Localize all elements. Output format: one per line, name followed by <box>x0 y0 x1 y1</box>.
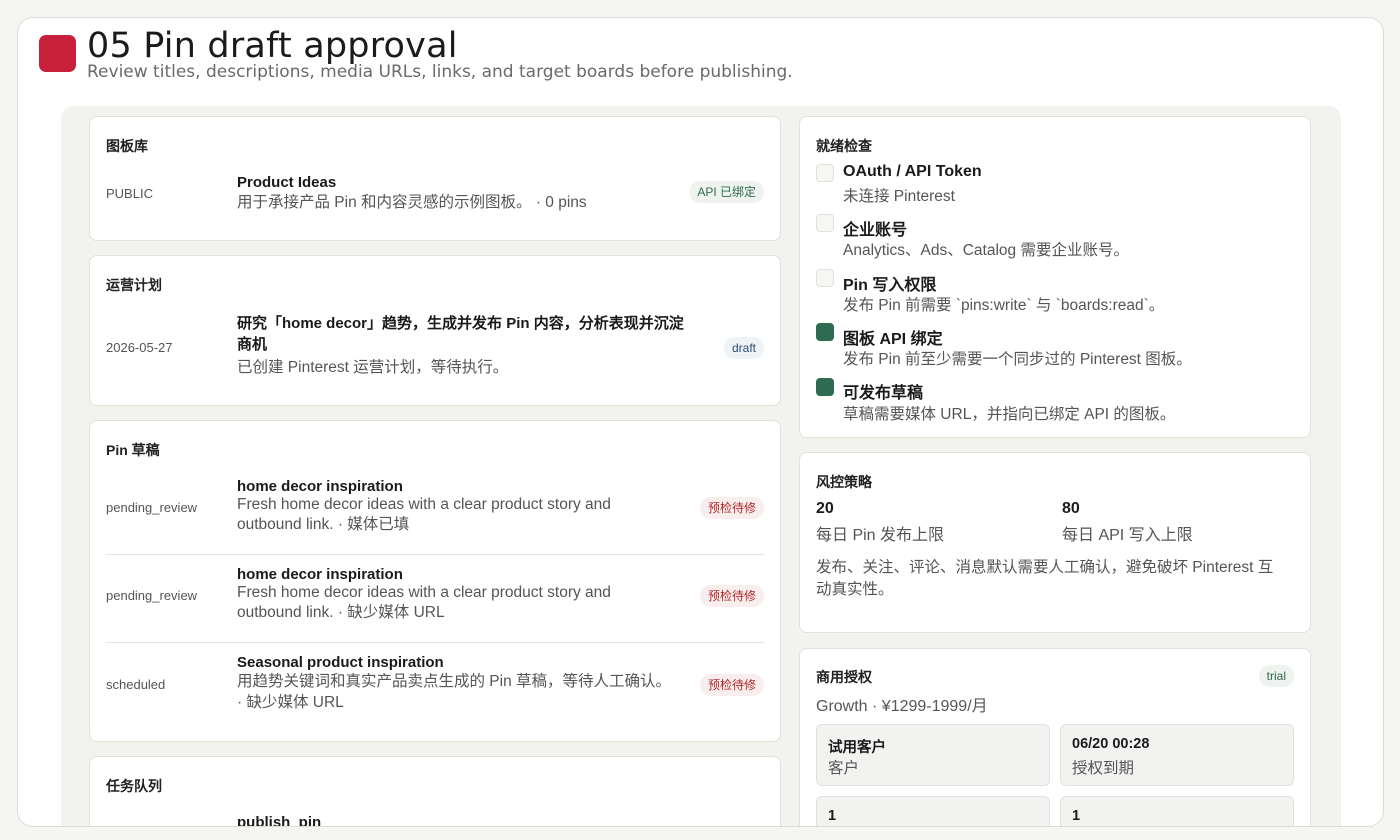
draft-row[interactable]: pending_review home decor inspiration Fr… <box>106 565 764 629</box>
boards-card: 图板库 PUBLIC Product Ideas 用于承接产品 Pin 和内容灵… <box>89 116 781 241</box>
page-subtitle: Review titles, descriptions, media URLs,… <box>87 62 793 82</box>
check-title-board-api: 图板 API 绑定 <box>843 331 943 348</box>
draft-precheck-badge: 预检待修 <box>699 585 764 607</box>
daily-pin-limit-value: 20 <box>816 500 834 517</box>
drafts-card: Pin 草稿 pending_review home decor inspira… <box>89 420 781 742</box>
draft-title: Seasonal product inspiration <box>237 654 444 671</box>
draft-desc-line1: 用趋势关键词和真实产品卖点生成的 Pin 草稿，等待人工确认。 <box>237 673 672 690</box>
plan-title-line2: 商机 <box>237 336 268 353</box>
license-plan: Growth · ¥1299-1999/月 <box>816 698 988 715</box>
row-divider <box>106 554 764 555</box>
plan-card-title: 运营计划 <box>106 277 162 293</box>
draft-desc-line2: · 缺少媒体 URL <box>237 694 344 711</box>
check-desc-business: Analytics、Ads、Catalog 需要企业账号。 <box>843 242 1129 259</box>
main-content: 图板库 PUBLIC Product Ideas 用于承接产品 Pin 和内容灵… <box>61 106 1341 827</box>
draft-desc-line1: Fresh home decor ideas with a clear prod… <box>237 584 611 601</box>
draft-status: scheduled <box>106 677 166 692</box>
plan-title-line1: 研究「home decor」趋势，生成并发布 Pin 内容，分析表现并沉淀 <box>237 315 684 332</box>
daily-api-limit-label: 每日 API 写入上限 <box>1062 527 1193 544</box>
check-desc-pin-write: 发布 Pin 前需要 `pins:write` 与 `boards:read`。 <box>843 297 1165 314</box>
plan-desc: 已创建 Pinterest 运营计划，等待执行。 <box>237 359 509 376</box>
pin-write-checkbox[interactable] <box>816 269 834 287</box>
board-visibility: PUBLIC <box>106 186 153 201</box>
check-desc-oauth: 未连接 Pinterest <box>843 188 955 205</box>
plan-row[interactable]: 2026-05-27 研究「home decor」趋势，生成并发布 Pin 内容… <box>106 314 764 384</box>
queue-card-title: 任务队列 <box>106 778 162 794</box>
readiness-card: 就绪检查 OAuth / API Token 未连接 Pinterest 企业账… <box>799 116 1311 438</box>
license-count-tile: 1 <box>1060 796 1294 826</box>
page-title: 05 Pin draft approval <box>87 26 458 66</box>
draft-row[interactable]: scheduled Seasonal product inspiration 用… <box>106 653 764 717</box>
boards-card-title: 图板库 <box>106 138 148 154</box>
row-divider <box>106 642 764 643</box>
draft-precheck-badge: 预检待修 <box>699 497 764 519</box>
plan-date: 2026-05-27 <box>106 340 173 355</box>
daily-api-limit-value: 80 <box>1062 500 1080 517</box>
plan-status-badge: draft <box>723 337 764 359</box>
publishable-draft-checkbox[interactable] <box>816 378 834 396</box>
check-title-publishable: 可发布草稿 <box>843 385 924 402</box>
board-api-badge: API 已绑定 <box>689 181 764 203</box>
daily-pin-limit-label: 每日 Pin 发布上限 <box>816 527 945 544</box>
draft-row[interactable]: pending_review home decor inspiration Fr… <box>106 477 764 541</box>
draft-desc-line2: outbound link. · 媒体已填 <box>237 516 410 533</box>
check-title-oauth: OAuth / API Token <box>843 163 982 180</box>
draft-desc-line2: outbound link. · 缺少媒体 URL <box>237 604 445 621</box>
draft-title: home decor inspiration <box>237 566 403 583</box>
license-customer-tile: 试用客户 客户 <box>816 724 1050 786</box>
queue-task-title: publish_pin <box>237 814 322 827</box>
tile-value: 试用客户 <box>828 740 886 756</box>
check-title-pin-write: Pin 写入权限 <box>843 277 937 294</box>
tile-value: 06/20 00:28 <box>1072 736 1150 752</box>
queue-card: 任务队列 publish_pin <box>89 756 781 827</box>
business-account-checkbox[interactable] <box>816 214 834 232</box>
queue-row[interactable]: publish_pin <box>106 813 764 827</box>
check-title-business: 企业账号 <box>843 222 908 239</box>
tile-value: 1 <box>1072 808 1081 824</box>
license-trial-badge: trial <box>1258 665 1294 687</box>
draft-precheck-badge: 预检待修 <box>699 674 764 696</box>
draft-desc-line1: Fresh home decor ideas with a clear prod… <box>237 496 611 513</box>
board-desc: 用于承接产品 Pin 和内容灵感的示例图板。 · 0 pins <box>237 194 587 211</box>
license-expiry-tile: 06/20 00:28 授权到期 <box>1060 724 1294 786</box>
license-card: 商用授权 trial Growth · ¥1299-1999/月 试用客户 客户… <box>799 648 1311 826</box>
check-desc-publishable: 草稿需要媒体 URL，并指向已绑定 API 的图板。 <box>843 406 1176 423</box>
draft-status: pending_review <box>106 500 198 515</box>
tile-label: 客户 <box>828 760 860 777</box>
license-card-title: 商用授权 <box>816 669 872 685</box>
tile-value: 1 <box>828 808 837 824</box>
board-api-checkbox[interactable] <box>816 323 834 341</box>
tile-label: 授权到期 <box>1072 760 1135 777</box>
risk-card-title: 风控策略 <box>816 474 872 490</box>
risk-note-line2: 动真实性。 <box>816 581 894 598</box>
board-name: Product Ideas <box>237 174 337 191</box>
license-count-tile: 1 <box>816 796 1050 826</box>
risk-card: 风控策略 20 每日 Pin 发布上限 80 每日 API 写入上限 发布、关注… <box>799 452 1311 633</box>
board-row[interactable]: PUBLIC Product Ideas 用于承接产品 Pin 和内容灵感的示例… <box>106 173 764 217</box>
risk-note-line1: 发布、关注、评论、消息默认需要人工确认，避免破坏 Pinterest 互 <box>816 559 1274 576</box>
readiness-card-title: 就绪检查 <box>816 138 872 154</box>
draft-status: pending_review <box>106 588 198 603</box>
plan-card: 运营计划 2026-05-27 研究「home decor」趋势，生成并发布 P… <box>89 255 781 406</box>
check-desc-board-api: 发布 Pin 前至少需要一个同步过的 Pinterest 图板。 <box>843 351 1192 368</box>
pinterest-logo-icon <box>39 35 76 72</box>
drafts-card-title: Pin 草稿 <box>106 442 160 458</box>
oauth-checkbox[interactable] <box>816 164 834 182</box>
draft-title: home decor inspiration <box>237 478 403 495</box>
app-window: 05 Pin draft approval Review titles, des… <box>17 17 1384 827</box>
